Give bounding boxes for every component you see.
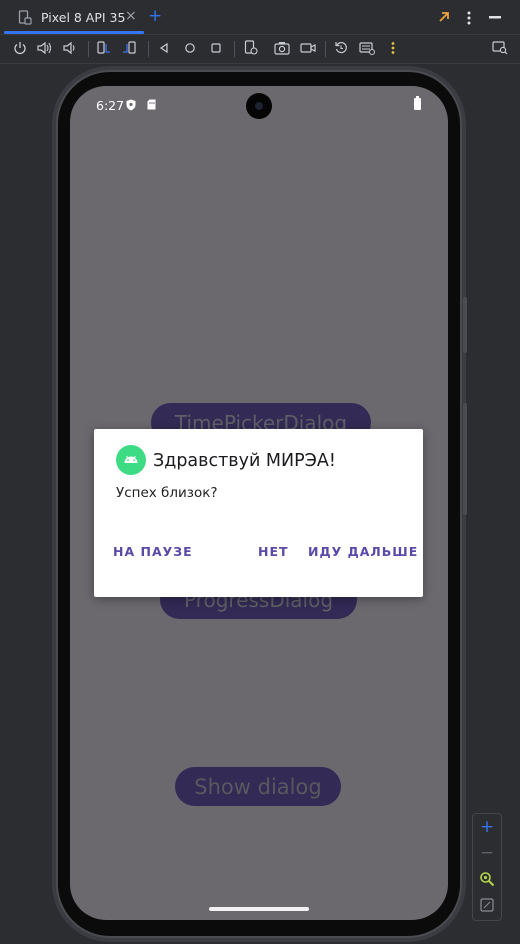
home-icon[interactable]	[180, 38, 200, 58]
volume-up-icon[interactable]	[35, 38, 55, 58]
back-icon[interactable]	[154, 38, 174, 58]
toolbar-divider	[148, 41, 149, 57]
show-dialog-button: Show dialog	[175, 767, 341, 806]
go-further-button[interactable]: ИДУ ДАЛЬШЕ	[308, 544, 418, 559]
rotate-right-icon[interactable]	[120, 38, 140, 58]
shield-icon	[126, 99, 136, 111]
more-vertical-icon[interactable]	[466, 10, 472, 26]
screen-record-icon[interactable]	[298, 38, 318, 58]
overview-icon[interactable]	[206, 38, 226, 58]
tab-device[interactable]: Pixel 8 API 35 ×	[6, 0, 144, 34]
add-tab-icon[interactable]: +	[148, 6, 162, 26]
volume-side-button	[463, 403, 467, 515]
gesture-nav-bar[interactable]	[209, 907, 309, 911]
fit-screen-icon[interactable]	[480, 898, 494, 912]
sim-card-icon	[147, 99, 156, 110]
pause-button[interactable]: НА ПАУЗЕ	[113, 544, 193, 559]
close-icon[interactable]: ×	[125, 8, 137, 24]
reset-icon[interactable]	[331, 38, 351, 58]
battery-icon	[414, 96, 421, 110]
android-icon	[116, 445, 146, 475]
power-side-button	[463, 297, 467, 353]
power-icon[interactable]	[10, 38, 30, 58]
device-icon	[18, 10, 32, 25]
rotate-left-icon[interactable]	[94, 38, 114, 58]
toolbar-divider	[88, 41, 89, 57]
dialog-message: Успех близок?	[116, 485, 218, 501]
tab-label: Pixel 8 API 35	[41, 10, 126, 25]
tab-bar: Pixel 8 API 35 × +	[0, 0, 520, 34]
emulator-toolbar	[0, 34, 520, 64]
screenshot-icon[interactable]	[272, 38, 292, 58]
snapshot-icon[interactable]	[241, 38, 261, 58]
expand-arrow-icon[interactable]	[438, 11, 450, 23]
status-time: 6:27	[96, 98, 125, 113]
show-dialog-label: Show dialog	[194, 774, 322, 799]
zoom-out-icon[interactable]: −	[473, 843, 501, 863]
toolbar-divider	[234, 41, 235, 57]
minimize-icon[interactable]	[489, 16, 501, 20]
zoom-controls: + −	[472, 813, 502, 921]
zoom-fit-icon[interactable]	[479, 871, 495, 887]
keyboard-icon[interactable]	[357, 38, 377, 58]
device-explorer-icon[interactable]	[490, 38, 510, 58]
more-vertical-icon[interactable]	[383, 38, 403, 58]
volume-down-icon[interactable]	[60, 38, 80, 58]
no-button[interactable]: НЕТ	[258, 544, 289, 559]
dialog-title: Здравствуй МИРЭА!	[153, 451, 336, 471]
toolbar-divider	[325, 41, 326, 57]
front-camera	[246, 93, 272, 119]
alert-dialog: Здравствуй МИРЭА! Успех близок? НА ПАУЗЕ…	[94, 429, 423, 597]
zoom-in-icon[interactable]: +	[473, 817, 501, 837]
